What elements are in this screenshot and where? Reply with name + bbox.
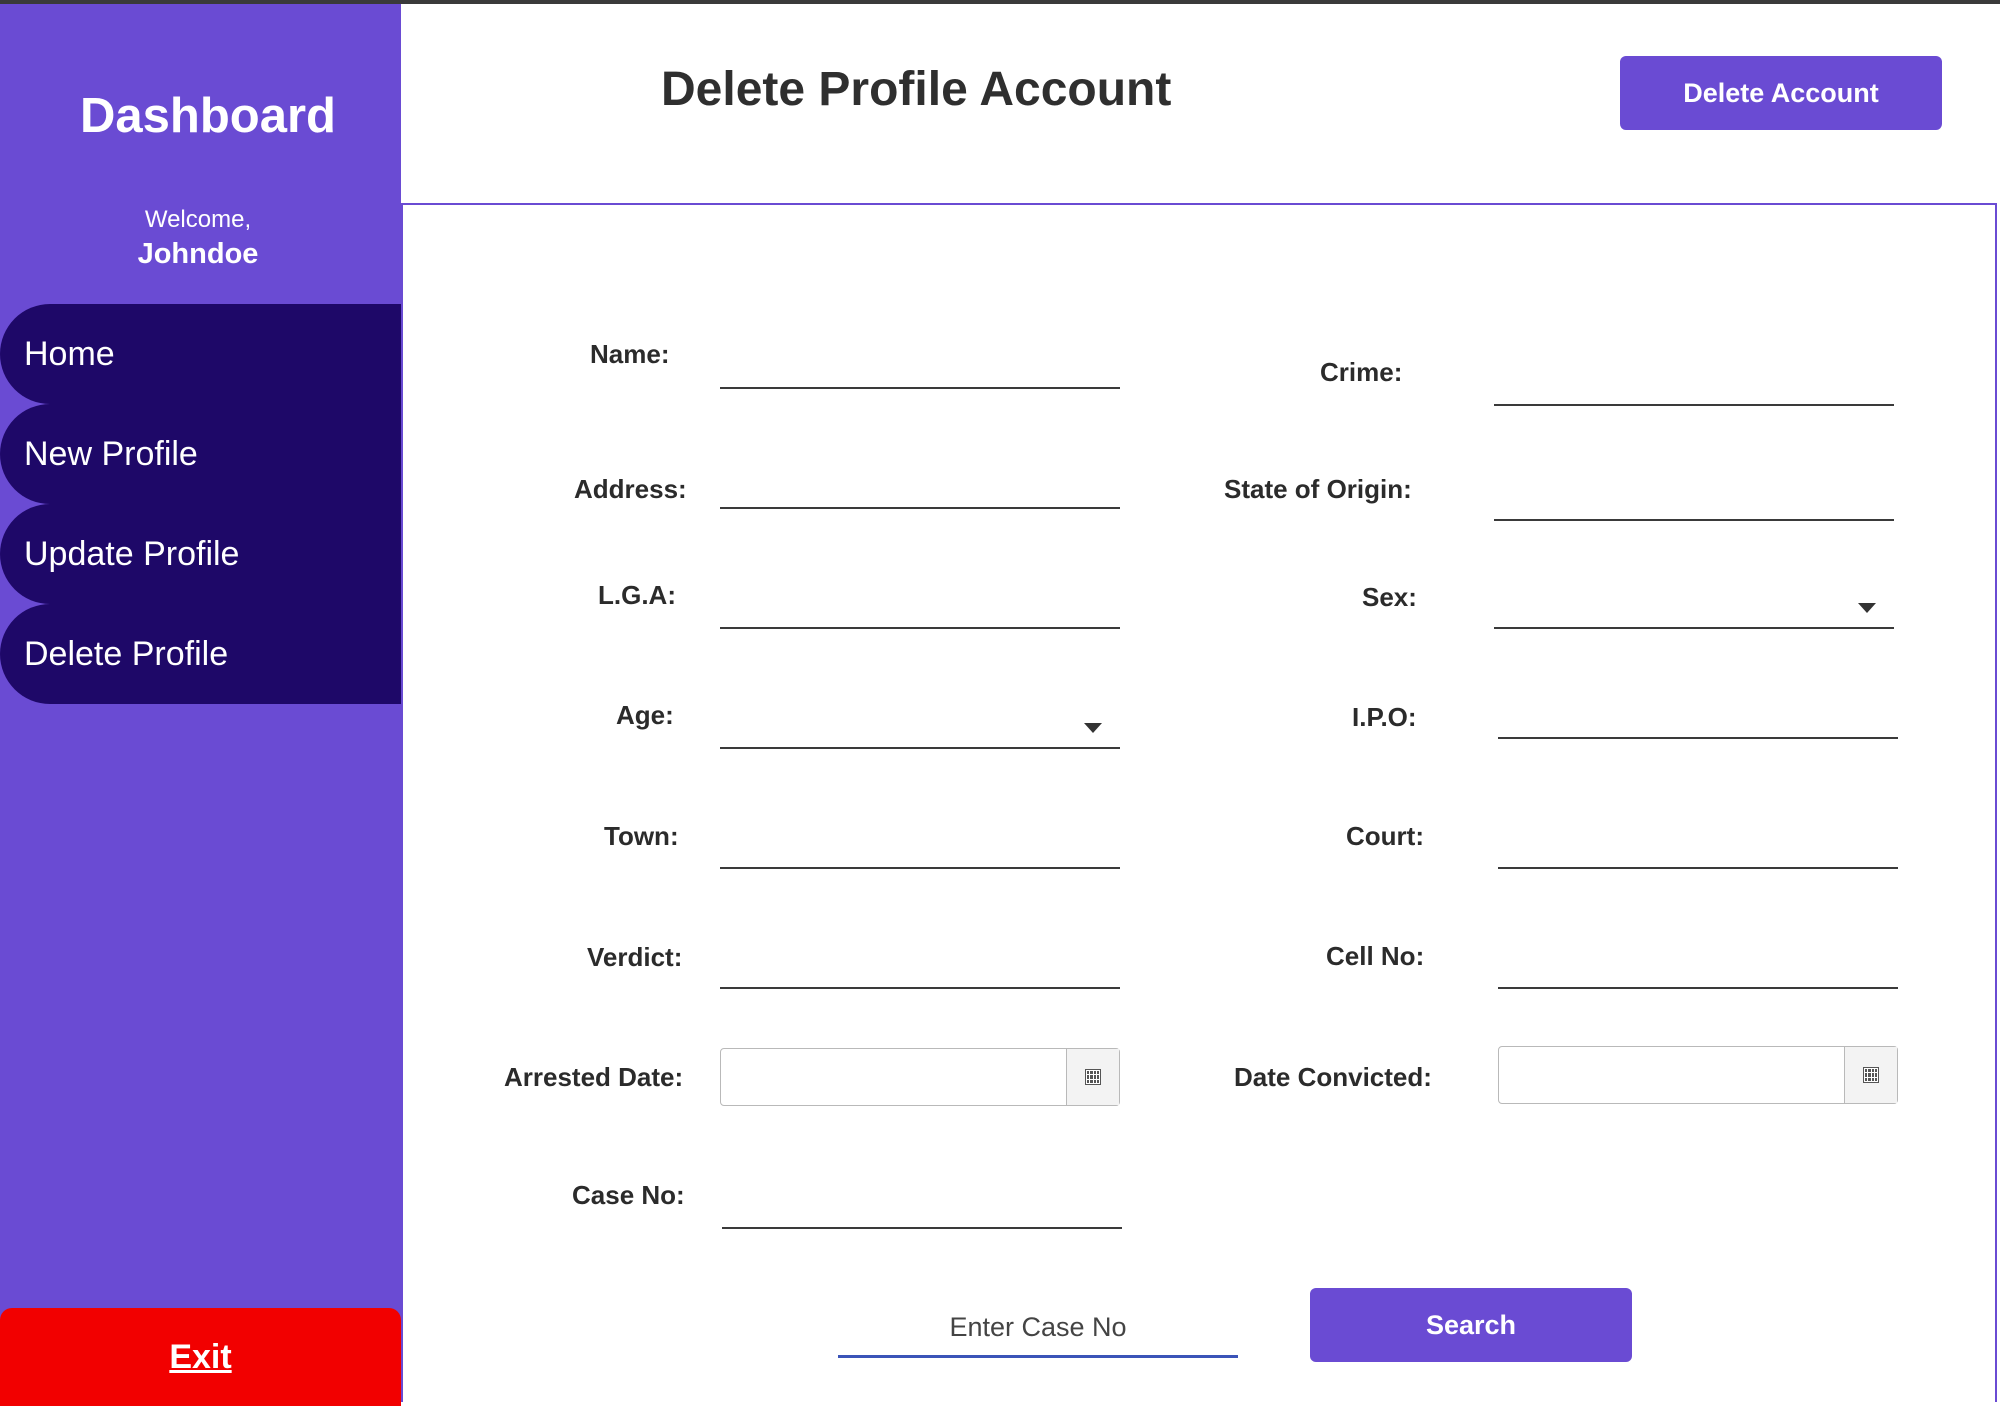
label-date-convicted: Date Convicted: bbox=[1234, 1062, 1432, 1092]
label-lga: L.G.A: bbox=[598, 580, 676, 610]
label-age: Age: bbox=[616, 700, 674, 730]
verdict-field[interactable] bbox=[720, 953, 1120, 989]
delete-account-button[interactable]: Delete Account bbox=[1620, 56, 1942, 130]
calendar-icon bbox=[1085, 1069, 1101, 1085]
sidebar: Dashboard Welcome, Johndoe Home New Prof… bbox=[0, 4, 401, 1406]
label-address: Address: bbox=[574, 474, 687, 504]
court-field[interactable] bbox=[1498, 833, 1898, 869]
address-field[interactable] bbox=[720, 473, 1120, 509]
label-sex: Sex: bbox=[1362, 582, 1417, 612]
sidebar-item-new-profile[interactable]: New Profile bbox=[0, 404, 401, 504]
sidebar-item-delete-profile[interactable]: Delete Profile bbox=[0, 604, 401, 704]
case-no-search-input[interactable] bbox=[838, 1300, 1238, 1358]
name-field[interactable] bbox=[720, 353, 1120, 389]
lga-field[interactable] bbox=[720, 593, 1120, 629]
username: Johndoe bbox=[137, 238, 259, 270]
sidebar-item-label: Home bbox=[24, 334, 115, 373]
welcome-text: Welcome, bbox=[144, 206, 252, 233]
sidebar-item-update-profile[interactable]: Update Profile bbox=[0, 504, 401, 604]
ipo-field[interactable] bbox=[1498, 703, 1898, 739]
calendar-icon bbox=[1863, 1067, 1879, 1083]
label-cell-no: Cell No: bbox=[1326, 941, 1425, 971]
date-convicted-picker[interactable] bbox=[1498, 1046, 1898, 1104]
label-case-no: Case No: bbox=[572, 1180, 685, 1210]
sidebar-item-label: New Profile bbox=[24, 434, 198, 473]
page-title: Delete Profile Account bbox=[661, 63, 1172, 116]
search-button[interactable]: Search bbox=[1310, 1288, 1632, 1362]
sidebar-item-label: Delete Profile bbox=[24, 634, 229, 673]
arrested-date-picker[interactable] bbox=[720, 1048, 1120, 1106]
sidebar-brand: Dashboard bbox=[80, 89, 336, 143]
case-no-field[interactable] bbox=[722, 1193, 1122, 1229]
exit-button[interactable]: Exit bbox=[0, 1308, 401, 1406]
crime-field[interactable] bbox=[1494, 370, 1894, 406]
age-select[interactable] bbox=[720, 713, 1120, 749]
chevron-down-icon bbox=[1084, 723, 1102, 733]
sidebar-item-label: Update Profile bbox=[24, 534, 240, 573]
chevron-down-icon bbox=[1858, 603, 1876, 613]
state-of-origin-field[interactable] bbox=[1494, 485, 1894, 521]
label-town: Town: bbox=[604, 821, 679, 851]
town-field[interactable] bbox=[720, 833, 1120, 869]
calendar-button[interactable] bbox=[1844, 1047, 1897, 1103]
calendar-button[interactable] bbox=[1066, 1049, 1119, 1105]
label-court: Court: bbox=[1346, 821, 1424, 851]
label-verdict: Verdict: bbox=[587, 942, 683, 972]
label-arrested-date: Arrested Date: bbox=[504, 1062, 684, 1092]
label-state-of-origin: State of Origin: bbox=[1224, 474, 1412, 504]
label-name: Name: bbox=[590, 339, 670, 369]
sex-select[interactable] bbox=[1494, 593, 1894, 629]
cell-no-field[interactable] bbox=[1498, 953, 1898, 989]
sidebar-item-home[interactable]: Home bbox=[0, 304, 401, 404]
label-crime: Crime: bbox=[1320, 357, 1403, 387]
label-ipo: I.P.O: bbox=[1352, 702, 1417, 732]
